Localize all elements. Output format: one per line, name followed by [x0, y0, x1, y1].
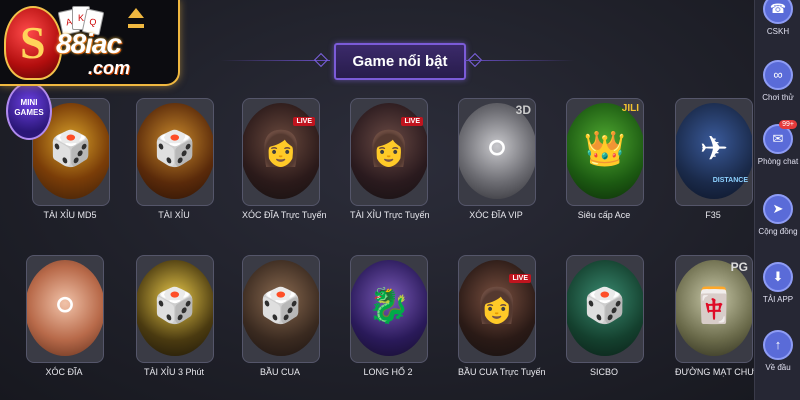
- dice-shaker-icon: 🎲: [583, 287, 627, 325]
- game-card-tai-xiu-truc-tuyen[interactable]: 👩 LIVE TÀI XỈU Trực Tuyến: [350, 98, 430, 220]
- game-label: TÀI XỈU Trực Tuyến: [350, 210, 430, 220]
- sidebar-item-tai-app[interactable]: ⬇ TẢI APP: [755, 262, 800, 304]
- game-label: TÀI XỈU: [158, 210, 190, 220]
- bowl-plate-icon: ⚪: [50, 287, 80, 325]
- game-label: BẦU CUA: [259, 367, 300, 377]
- jester-crown-icon: 👑: [583, 130, 627, 168]
- live-dealer-icon: 👩: [367, 130, 411, 168]
- title-divider-right: [465, 60, 575, 61]
- title-ornament-left: [313, 52, 329, 68]
- game-card-tai-xiu[interactable]: 🎲 TÀI XỈU: [136, 98, 214, 220]
- live-dealer-icon: 👩: [475, 287, 519, 325]
- headset-icon: ☎: [763, 0, 793, 24]
- game-label: Siêu cấp Ace: [577, 210, 631, 220]
- brand-domain: .com: [88, 58, 131, 78]
- unread-badge: 99+: [779, 120, 797, 129]
- dragon-emblem-icon: [4, 6, 62, 80]
- game-card-xoc-dia[interactable]: ⚪ XÓC ĐĨA: [26, 255, 104, 377]
- game-card-bau-cua[interactable]: 🎲 BẦU CUA: [242, 255, 320, 377]
- game-label: TÀI XỈU MD5: [43, 210, 97, 220]
- sidebar-item-cskh[interactable]: ☎ CSKH: [755, 0, 800, 36]
- mini-games-badge[interactable]: MINI GAMES: [6, 82, 52, 140]
- section-title: Game nổi bật: [334, 43, 466, 80]
- live-badge: LIVE: [293, 117, 315, 126]
- dice-icon: 🎲: [153, 130, 197, 168]
- sidebar-item-choi-thu[interactable]: ∞ Chơi thử: [755, 60, 800, 102]
- bowl-plate-icon: ⚪: [482, 130, 512, 168]
- arrow-up-icon: ↑: [763, 330, 793, 360]
- sidebar-label: Cộng đồng: [758, 227, 798, 236]
- game-label: XÓC ĐĨA Trực Tuyến: [242, 210, 327, 220]
- distance-badge: DISTANCE: [712, 177, 748, 184]
- game-card-xoc-dia-truc-tuyen[interactable]: 👩 LIVE XÓC ĐĨA Trực Tuyến: [242, 98, 327, 220]
- sidebar-label: Về đầu: [765, 363, 791, 372]
- golden-dice-cup-icon: 🎲: [49, 130, 93, 168]
- game-label: LONG HỔ 2: [363, 367, 413, 377]
- sidebar-label: Phòng chat: [757, 157, 799, 166]
- sidebar-item-cong-dong[interactable]: ➤ Cộng đồng: [755, 194, 800, 236]
- dragon-tiger-icon: 🐉: [367, 287, 411, 325]
- game-label: XÓC ĐĨA VIP: [469, 210, 523, 220]
- gourd-crab-dice-icon: 🎲: [259, 287, 303, 325]
- brand-name: 88iac: [56, 28, 122, 59]
- game-card-long-ho-2[interactable]: 🐉 LONG HỔ 2: [350, 255, 428, 377]
- sidebar-label: Chơi thử: [762, 93, 794, 102]
- crown-icon: [128, 8, 144, 28]
- game-label: XÓC ĐĨA: [45, 367, 83, 377]
- game-card-xoc-dia-vip[interactable]: ⚪ 3D XÓC ĐĨA VIP: [458, 98, 536, 220]
- game-card-sieu-cap-ace[interactable]: 👑 JILI Siêu cấp Ace: [566, 98, 644, 220]
- game-card-duong-mat-chuoc[interactable]: 🀄 PG ĐƯỜNG MẠT CHƯỢC: [675, 255, 770, 377]
- 3d-badge: 3D: [515, 103, 531, 117]
- mahjong-tile-icon: 🀄: [692, 287, 736, 325]
- game-label: F35: [705, 210, 721, 220]
- sidebar-label: TẢI APP: [762, 295, 794, 304]
- fighter-jet-icon: ✈: [699, 130, 729, 168]
- game-label: BẦU CUA Trực Tuyến: [458, 367, 546, 377]
- live-badge: LIVE: [509, 274, 531, 283]
- sidebar-item-ve-dau[interactable]: ↑ Về đầu: [755, 330, 800, 372]
- game-card-tai-xiu-3-phut[interactable]: 🎲 TÀI XỈU 3 Phút: [136, 255, 214, 377]
- game-label: TÀI XỈU 3 Phút: [143, 367, 205, 377]
- provider-badge: JILI: [621, 103, 639, 114]
- game-label: ĐƯỜNG MẠT CHƯỢC: [675, 367, 770, 377]
- sidebar-label: CSKH: [766, 27, 790, 36]
- download-icon: ⬇: [763, 262, 793, 292]
- live-dealer-icon: 👩: [259, 130, 303, 168]
- game-card-bau-cua-truc-tuyen[interactable]: 👩 LIVE BẦU CUA Trực Tuyến: [458, 255, 546, 377]
- telegram-icon: ➤: [763, 194, 793, 224]
- game-card-f35[interactable]: ✈ DISTANCE F35: [675, 98, 753, 220]
- brand-logo[interactable]: A K Q 88iac .com: [0, 0, 180, 86]
- game-card-sicbo[interactable]: 🎲 SICBO: [566, 255, 644, 377]
- play-trial-icon: ∞: [763, 60, 793, 90]
- sidebar-item-phong-chat[interactable]: ✉ 99+ Phòng chat: [755, 120, 800, 166]
- dice-cup-icon: 🎲: [153, 287, 197, 325]
- live-badge: LIVE: [401, 117, 423, 126]
- provider-badge: PG: [730, 260, 748, 274]
- right-sidebar: ☎ CSKH ∞ Chơi thử ✉ 99+ Phòng chat ➤ Cộn…: [754, 0, 800, 400]
- game-label: SICBO: [589, 367, 618, 377]
